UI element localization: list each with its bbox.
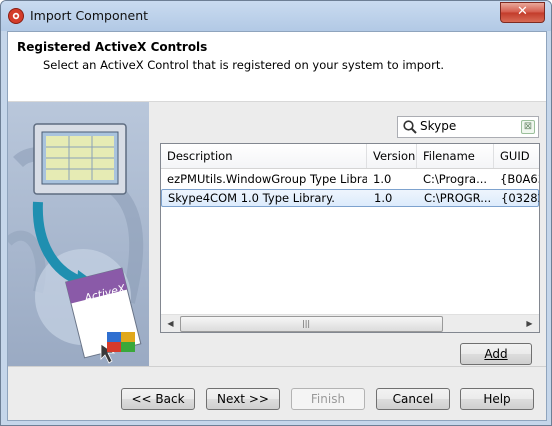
next-button-label: Next >>: [217, 392, 269, 406]
back-button[interactable]: << Back: [121, 388, 195, 410]
cell-version: 1.0: [373, 172, 392, 186]
cell-description: Skype4COM 1.0 Type Library.: [168, 191, 335, 205]
add-button[interactable]: Add: [460, 343, 532, 365]
close-button[interactable]: ✕: [500, 2, 545, 23]
column-header-version[interactable]: Version: [367, 144, 417, 168]
search-box[interactable]: ⊠: [397, 116, 539, 138]
column-header-guid[interactable]: GUID: [494, 144, 539, 168]
activex-controls-table[interactable]: Description Version Filename GUID ezPMUt…: [160, 143, 540, 333]
search-input[interactable]: [420, 118, 516, 134]
table-row[interactable]: ezPMUtils.WindowGroup Type Library 1.0 C…: [161, 171, 539, 189]
page-subtitle: Select an ActiveX Control that is regist…: [43, 58, 444, 72]
help-button-label: Help: [483, 392, 511, 406]
cell-filename: C:\Progra...: [423, 172, 488, 186]
cancel-button-label: Cancel: [392, 392, 434, 406]
footer-divider: [8, 366, 546, 367]
dialog-body: Registered ActiveX Controls Select an Ac…: [7, 31, 547, 421]
add-button-label: Add: [484, 347, 508, 361]
wizard-header: Registered ActiveX Controls Select an Ac…: [8, 32, 546, 102]
column-header-description[interactable]: Description: [161, 144, 367, 168]
page-title: Registered ActiveX Controls: [17, 40, 208, 54]
table-header: Description Version Filename GUID: [161, 144, 539, 169]
window-title: Import Component: [30, 8, 149, 23]
cell-guid: {B0A63: [500, 172, 539, 186]
finish-button-label: Finish: [310, 392, 346, 406]
import-component-dialog: Import Component ✕ Registered ActiveX Co…: [0, 0, 552, 426]
cell-version: 1.0: [374, 191, 393, 205]
activex-illustration: [8, 123, 144, 364]
wizard-banner-image: ActiveX: [8, 102, 149, 366]
scroll-right-arrow-icon[interactable]: ▶: [521, 315, 538, 332]
app-icon: [8, 8, 24, 24]
table-row-selected[interactable]: Skype4COM 1.0 Type Library. 1.0 C:\PROGR…: [161, 189, 539, 207]
cell-guid: {03282: [501, 191, 539, 205]
title-bar[interactable]: Import Component ✕: [1, 1, 551, 31]
cell-description: ezPMUtils.WindowGroup Type Library: [167, 172, 367, 186]
search-icon: [403, 120, 417, 134]
cell-filename: C:\PROGR...: [424, 191, 492, 205]
horizontal-scrollbar[interactable]: ◀ ||| ▶: [161, 314, 539, 332]
scroll-grip-icon: |||: [302, 319, 311, 328]
cancel-button[interactable]: Cancel: [376, 388, 450, 410]
finish-button: Finish: [291, 388, 365, 410]
back-button-label: << Back: [131, 392, 185, 406]
column-header-filename[interactable]: Filename: [417, 144, 494, 168]
help-button[interactable]: Help: [460, 388, 534, 410]
next-button[interactable]: Next >>: [206, 388, 280, 410]
scrollbar-thumb[interactable]: |||: [180, 316, 443, 332]
scroll-left-arrow-icon[interactable]: ◀: [162, 315, 179, 332]
clear-search-icon[interactable]: ⊠: [521, 120, 535, 134]
